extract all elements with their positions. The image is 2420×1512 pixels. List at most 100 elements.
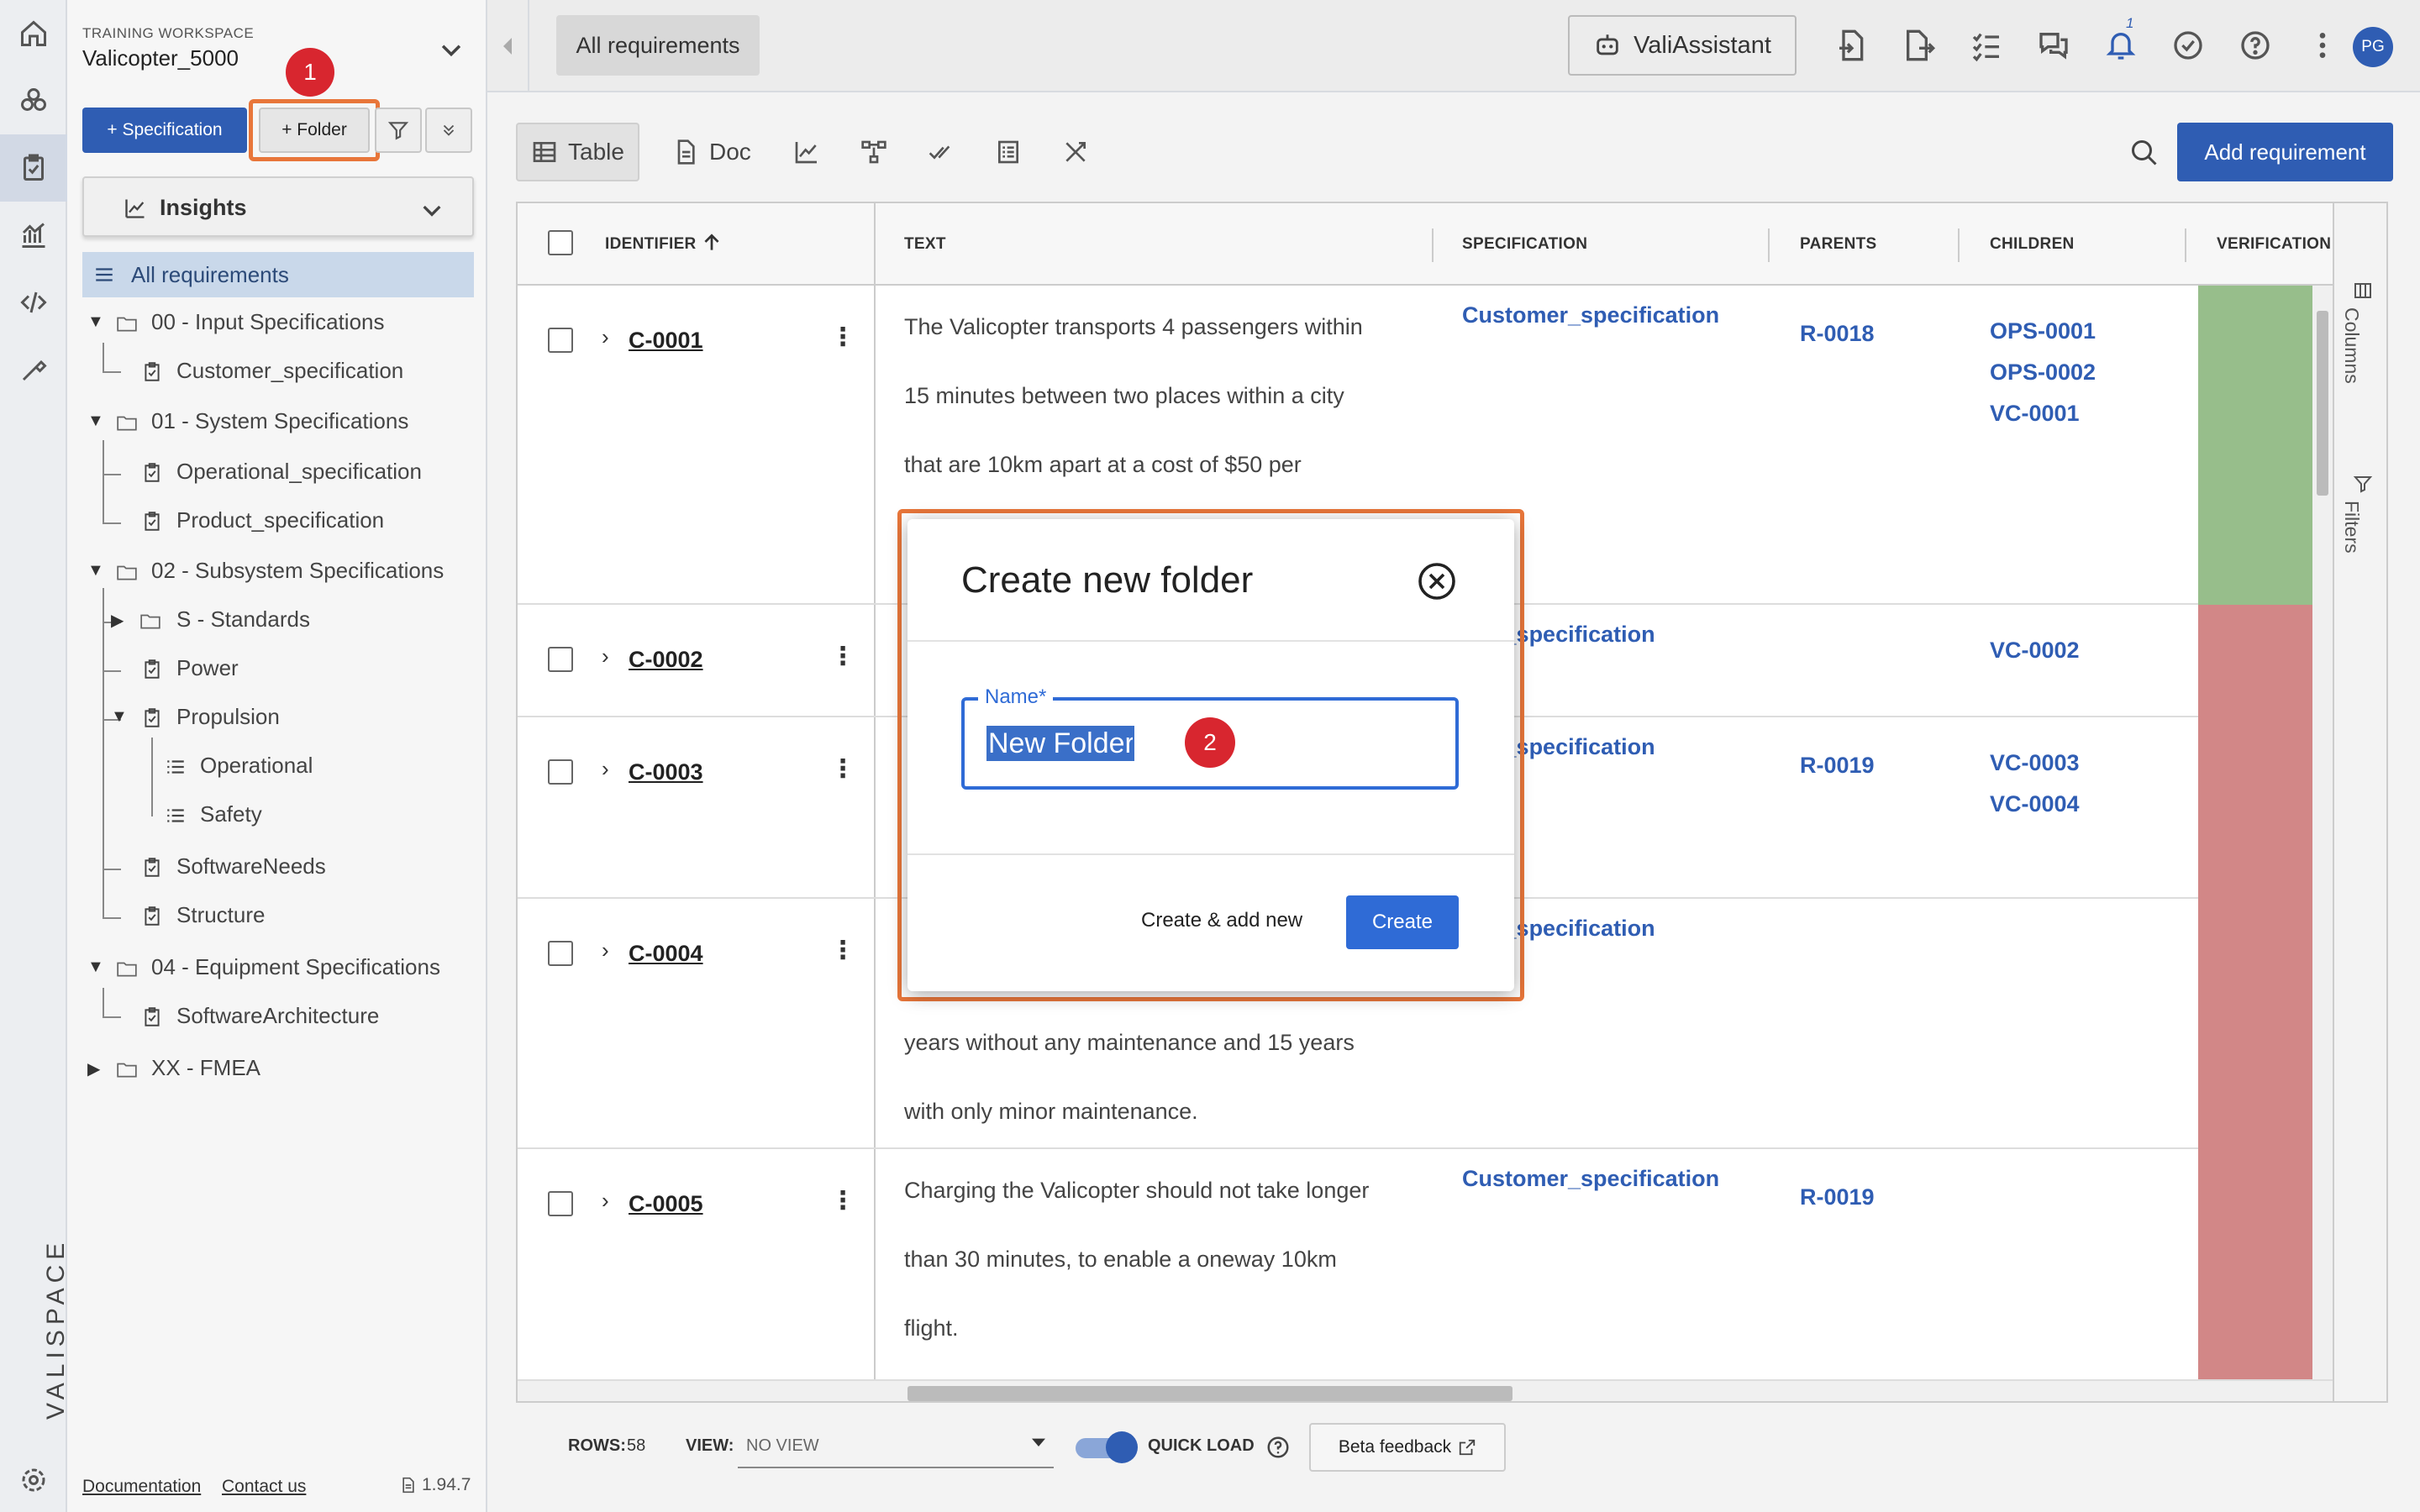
column-header-specification[interactable]: SPECIFICATION bbox=[1462, 235, 1587, 254]
child-link[interactable]: VC-0002 bbox=[1990, 630, 2080, 671]
view-verification-button[interactable] bbox=[914, 123, 968, 181]
expand-toggle[interactable]: ▶ bbox=[87, 1058, 100, 1079]
collapse-all-button[interactable] bbox=[425, 108, 472, 153]
row-checkbox[interactable] bbox=[548, 647, 573, 672]
row-menu-icon[interactable]: ⋮ bbox=[830, 1186, 855, 1215]
view-tools-button[interactable] bbox=[1049, 123, 1102, 181]
verification-status-cell[interactable] bbox=[2198, 899, 2324, 1149]
tree-section-safety[interactable]: Safety bbox=[200, 801, 262, 827]
horizontal-scrollbar[interactable] bbox=[518, 1379, 2333, 1401]
chevron-right-icon[interactable]: › bbox=[602, 756, 609, 782]
requirement-id[interactable]: C-0005 bbox=[629, 1191, 703, 1217]
column-separator[interactable] bbox=[1432, 228, 1434, 262]
requirement-id[interactable]: C-0002 bbox=[629, 647, 703, 673]
contact-link[interactable]: Contact us bbox=[222, 1477, 306, 1497]
requirement-id[interactable]: C-0004 bbox=[629, 941, 703, 967]
insights-panel[interactable]: Insights bbox=[82, 176, 474, 237]
view-graph-button[interactable] bbox=[847, 123, 901, 181]
more-vertical-icon[interactable] bbox=[2306, 29, 2343, 66]
settings-icon[interactable] bbox=[15, 1462, 52, 1499]
child-link[interactable]: VC-0004 bbox=[1990, 784, 2080, 825]
collapse-sidebar-button[interactable] bbox=[487, 0, 529, 92]
tree-folder-input-specs[interactable]: 00 - Input Specifications bbox=[151, 309, 385, 335]
specification-link[interactable]: Customer_specification bbox=[1462, 302, 1719, 328]
tree-folder-fmea[interactable]: XX - FMEA bbox=[151, 1055, 260, 1081]
comments-icon[interactable] bbox=[2037, 29, 2074, 66]
column-separator[interactable] bbox=[2185, 228, 2186, 262]
search-icon[interactable] bbox=[2129, 138, 2160, 168]
tree-spec-software-needs[interactable]: SoftwareNeeds bbox=[176, 853, 326, 879]
child-link[interactable]: OPS-0001 bbox=[1990, 311, 2096, 352]
child-link[interactable]: OPS-0002 bbox=[1990, 352, 2096, 393]
create-and-add-new-button[interactable]: Create & add new bbox=[1141, 909, 1302, 932]
tree-spec-power[interactable]: Power bbox=[176, 655, 239, 681]
column-header-text[interactable]: TEXT bbox=[904, 235, 946, 254]
chevron-right-icon[interactable]: › bbox=[602, 1188, 609, 1214]
view-doc-button[interactable]: Doc bbox=[659, 123, 765, 181]
view-table-button[interactable]: Table bbox=[516, 123, 639, 181]
home-icon[interactable] bbox=[15, 15, 52, 52]
tree-folder-system-specs[interactable]: 01 - System Specifications bbox=[151, 408, 408, 434]
modules-icon[interactable] bbox=[15, 82, 52, 119]
chevron-right-icon[interactable]: › bbox=[602, 324, 609, 350]
filter-icon[interactable] bbox=[2353, 474, 2373, 494]
row-menu-icon[interactable]: ⋮ bbox=[830, 754, 855, 784]
add-requirement-button[interactable]: Add requirement bbox=[2177, 123, 2393, 181]
user-avatar[interactable]: PG bbox=[2353, 27, 2393, 67]
specification-link[interactable]: Customer_specification bbox=[1462, 1166, 1719, 1192]
chevron-down-icon[interactable] bbox=[437, 35, 466, 64]
tree-folder-standards[interactable]: S - Standards bbox=[176, 606, 310, 633]
expand-toggle[interactable]: ▼ bbox=[87, 412, 104, 431]
tree-spec-propulsion[interactable]: Propulsion bbox=[176, 704, 280, 730]
valiassistant-button[interactable]: ValiAssistant bbox=[1568, 15, 1797, 76]
tree-folder-subsystem-specs[interactable]: 02 - Subsystem Specifications bbox=[151, 558, 444, 584]
chevron-right-icon[interactable]: › bbox=[602, 643, 609, 669]
expand-toggle[interactable]: ▶ bbox=[111, 610, 124, 631]
verification-status-cell[interactable] bbox=[2198, 605, 2324, 717]
analytics-icon[interactable] bbox=[15, 217, 52, 254]
tree-spec-structure[interactable]: Structure bbox=[176, 902, 266, 928]
tree-spec-software-architecture[interactable]: SoftwareArchitecture bbox=[176, 1003, 379, 1029]
workspace-name[interactable]: Valicopter_5000 bbox=[82, 45, 239, 71]
row-checkbox[interactable] bbox=[548, 328, 573, 353]
columns-panel-toggle[interactable]: Columns bbox=[2340, 307, 2363, 384]
expand-toggle[interactable]: ▼ bbox=[111, 707, 128, 727]
tree-spec-operational[interactable]: Operational_specification bbox=[176, 459, 422, 485]
row-checkbox[interactable] bbox=[548, 1191, 573, 1216]
scrollbar-thumb[interactable] bbox=[2317, 311, 2328, 496]
parent-link[interactable]: R-0018 bbox=[1800, 321, 1875, 347]
expand-toggle[interactable]: ▼ bbox=[87, 561, 104, 580]
requirement-id[interactable]: C-0001 bbox=[629, 328, 703, 354]
child-link[interactable]: VC-0001 bbox=[1990, 393, 2096, 434]
view-select[interactable]: NO VIEW bbox=[738, 1426, 1054, 1468]
expand-toggle[interactable]: ▼ bbox=[87, 312, 104, 332]
tree-folder-equipment-specs[interactable]: 04 - Equipment Specifications bbox=[151, 954, 440, 980]
folder-name-input[interactable] bbox=[986, 726, 1134, 761]
verification-status-cell[interactable] bbox=[2198, 717, 2324, 899]
column-header-children[interactable]: CHILDREN bbox=[1990, 235, 2075, 254]
import-icon[interactable] bbox=[1835, 29, 1872, 66]
add-specification-button[interactable]: + Specification bbox=[82, 108, 247, 153]
verification-status-cell[interactable] bbox=[2198, 1149, 2324, 1384]
column-separator[interactable] bbox=[1768, 228, 1770, 262]
row-checkbox[interactable] bbox=[548, 941, 573, 966]
scrollbar-thumb[interactable] bbox=[908, 1386, 1512, 1401]
tree-section-operational[interactable]: Operational bbox=[200, 753, 313, 779]
export-icon[interactable] bbox=[1902, 29, 1939, 66]
view-form-button[interactable] bbox=[981, 123, 1035, 181]
column-header-parents[interactable]: PARENTS bbox=[1800, 235, 1876, 254]
vertical-scrollbar[interactable] bbox=[2312, 286, 2333, 1388]
requirement-text[interactable]: The Valicopter transports 4 passengers w… bbox=[904, 292, 1425, 499]
verification-status-cell[interactable] bbox=[2198, 286, 2324, 605]
beta-feedback-button[interactable]: Beta feedback bbox=[1309, 1423, 1506, 1472]
help-icon[interactable] bbox=[1265, 1435, 1291, 1460]
requirement-text[interactable]: years without any maintenance and 15 yea… bbox=[904, 1008, 1425, 1146]
bell-icon[interactable] bbox=[2104, 29, 2141, 66]
create-button[interactable]: Create bbox=[1346, 895, 1459, 949]
requirements-icon[interactable] bbox=[15, 150, 52, 186]
requirement-id[interactable]: C-0003 bbox=[629, 759, 703, 785]
requirement-text[interactable]: Charging the Valicopter should not take … bbox=[904, 1156, 1425, 1362]
checklist-icon[interactable] bbox=[1970, 29, 2007, 66]
help-icon[interactable] bbox=[2238, 29, 2275, 66]
code-icon[interactable] bbox=[15, 284, 52, 321]
